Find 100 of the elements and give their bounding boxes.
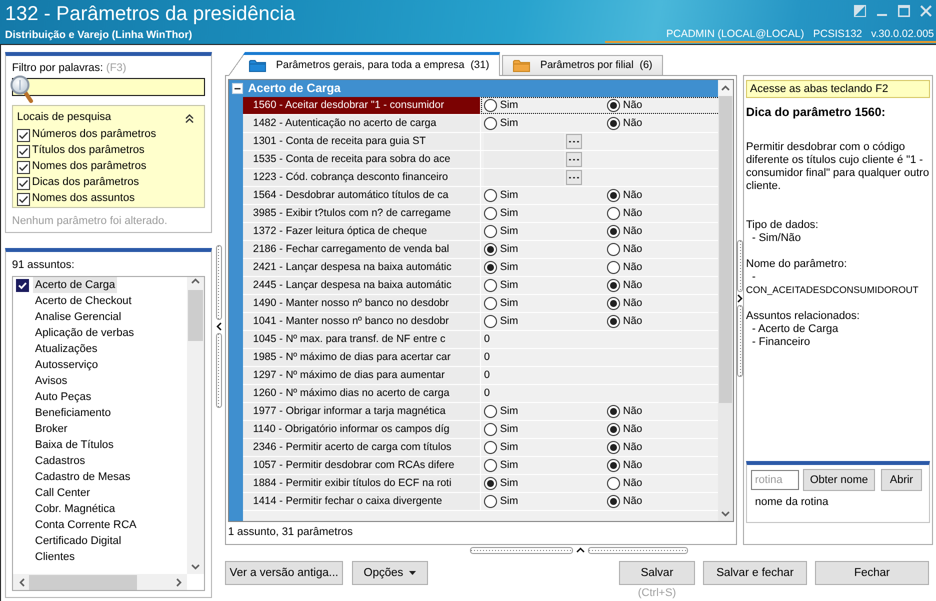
radio-option[interactable]: Sim [484, 441, 607, 454]
radio-option[interactable]: Não [607, 117, 718, 130]
parameter-name[interactable]: 1260 - Nº máximo dias no acerto de carga [243, 385, 481, 402]
checkbox-option[interactable]: Dicas dos parâmetros [17, 175, 200, 191]
radio-option[interactable]: Não [607, 315, 718, 328]
scrollbar-thumb[interactable] [719, 96, 732, 403]
checkbox-option[interactable]: Nomes dos parâmetros [17, 159, 200, 175]
parameter-name[interactable]: 2346 - Permitir acerto de carga com títulos [243, 439, 481, 456]
radio-option[interactable]: Não [607, 225, 718, 238]
radio-option[interactable]: Sim [484, 207, 607, 220]
list-item[interactable]: Call Center [33, 485, 92, 501]
maximize-icon[interactable] [898, 5, 910, 17]
splitter-handle[interactable] [216, 333, 222, 408]
parameter-name[interactable]: 1297 - Nº máximo de dias para aumentar [243, 367, 481, 384]
splitter-handle[interactable] [470, 547, 573, 554]
search-field[interactable] [12, 78, 205, 96]
parameter-name[interactable]: 2445 - Lançar despesa na baixa automátic [243, 277, 481, 294]
parameter-name[interactable]: 1884 - Permitir exibir títulos do ECF na roti [243, 475, 481, 492]
parameter-name[interactable]: 1301 - Conta de receita para guia ST [243, 133, 481, 150]
parameter-name[interactable]: 1414 - Permitir fechar o caixa divergente [243, 493, 481, 510]
radio-option[interactable]: Sim [484, 279, 607, 292]
list-item[interactable]: Autosserviço [33, 357, 100, 373]
checkbox-option[interactable]: Títulos dos parâmetros [17, 143, 200, 159]
list-item[interactable]: Cobr. Magnética [33, 501, 118, 517]
radio-option[interactable]: Sim [484, 459, 607, 472]
scrollbar[interactable] [13, 574, 187, 590]
radio-option[interactable]: Não [607, 297, 718, 310]
chevron-right-icon[interactable] [737, 294, 743, 303]
list-item[interactable]: Aplicação de verbas [33, 325, 136, 341]
parameter-name[interactable]: 1482 - Autenticação no acerto de carga [243, 115, 481, 132]
list-item[interactable]: Beneficiamento [33, 405, 113, 421]
radio-option[interactable]: Não [607, 189, 718, 202]
parameter-name[interactable]: 2421 - Lançar despesa na baixa automátic [243, 259, 481, 276]
parameter-name[interactable]: 1560 - Aceitar desdobrar "1 - consumidor [243, 97, 481, 114]
radio-option[interactable]: Sim [484, 225, 607, 238]
list-item[interactable]: Acerto de Checkout [33, 293, 134, 309]
radio-option[interactable]: Não [607, 405, 718, 418]
chevron-up-icon[interactable] [576, 547, 585, 553]
splitter-handle[interactable] [737, 305, 743, 377]
list-item[interactable]: Acerto de Carga [33, 277, 118, 293]
parameter-name[interactable]: 1535 - Conta de receita para sobra do ace [243, 151, 481, 168]
parameter-name[interactable]: 2186 - Fechar carregamento de venda bal [243, 241, 481, 258]
tab[interactable]: Parâmetros gerais, para toda a empresa (31) [228, 52, 500, 76]
list-item[interactable]: Clientes [33, 549, 77, 565]
old-version-button[interactable]: Ver a versão antiga... [225, 561, 343, 585]
list-item[interactable]: Atualizações [33, 341, 100, 357]
routine-field[interactable]: rotina [751, 470, 799, 490]
radio-option[interactable]: Sim [484, 405, 607, 418]
parameter-name[interactable]: 1140 - Obrigatório informar os campos díg [243, 421, 481, 438]
browse-button[interactable] [566, 134, 582, 149]
list-item[interactable]: Baixa de Títulos [33, 437, 116, 453]
list-item[interactable]: Analise Gerencial [33, 309, 124, 325]
radio-option[interactable]: Sim [484, 423, 607, 436]
contrast-icon[interactable] [854, 5, 866, 17]
list-item[interactable]: Conta Corrente RCA [33, 517, 138, 533]
list-item[interactable]: Broker [33, 421, 70, 437]
browse-button[interactable] [566, 152, 582, 167]
parameter-name[interactable]: 1490 - Manter nosso nº banco no desdobr [243, 295, 481, 312]
chevron-down-icon[interactable] [721, 508, 730, 518]
parameter-name[interactable]: 1977 - Obrigar informar a tarja magnética [243, 403, 481, 420]
scrollbar[interactable] [187, 277, 204, 574]
checkbox-option[interactable]: Números dos parâmetros [17, 127, 200, 143]
splitter-handle[interactable] [216, 245, 222, 320]
radio-option[interactable]: Não [607, 459, 718, 472]
radio-option[interactable]: Sim [484, 477, 607, 490]
scrollbar-thumb[interactable] [29, 574, 137, 590]
parameter-name[interactable]: 1223 - Cód. cobrança desconto financeiro [243, 169, 481, 186]
save-button[interactable]: Salvar [619, 561, 695, 585]
list-item[interactable]: Cadastro de Mesas [33, 469, 132, 485]
radio-option[interactable]: Não [607, 477, 718, 490]
close-button[interactable]: Fechar [815, 561, 929, 585]
radio-option[interactable]: Não [607, 495, 718, 508]
radio-option[interactable]: Sim [484, 243, 607, 256]
radio-option[interactable]: Sim [484, 261, 607, 274]
splitter-handle[interactable] [588, 547, 688, 554]
options-button[interactable]: Opções [352, 561, 428, 585]
minus-box-icon[interactable] [232, 83, 243, 94]
radio-option[interactable]: Não [607, 441, 718, 454]
parameter-name[interactable]: 3985 - Exibir t?tulos com n? de carregame [243, 205, 481, 222]
browse-button[interactable] [566, 170, 582, 185]
scrollbar[interactable] [718, 80, 733, 521]
chevron-down-icon[interactable] [191, 562, 200, 571]
parameter-name[interactable]: 1041 - Manter nosso nº banco no desdobr [243, 313, 481, 330]
radio-option[interactable]: Sim [484, 99, 607, 112]
close-icon[interactable] [920, 5, 932, 17]
checkbox-option[interactable]: Nomes dos assuntos [17, 191, 200, 207]
parameter-name[interactable]: 1372 - Fazer leitura óptica de cheque [243, 223, 481, 240]
radio-option[interactable]: Sim [484, 297, 607, 310]
save-and-close-button[interactable]: Salvar e fechar [703, 561, 807, 585]
radio-option[interactable]: Sim [484, 189, 607, 202]
parameter-name[interactable]: 1564 - Desdobrar automático títulos de ca [243, 187, 481, 204]
radio-option[interactable]: Não [607, 423, 718, 436]
scrollbar-thumb[interactable] [188, 290, 203, 341]
radio-option[interactable]: Não [607, 243, 718, 256]
radio-option[interactable]: Sim [484, 315, 607, 328]
double-chevron-up-icon[interactable] [185, 114, 194, 122]
parameter-name[interactable]: 1985 - Nº máximo de dias para acertar car [243, 349, 481, 366]
list-item[interactable]: Certificado Digital [33, 533, 124, 549]
radio-option[interactable]: Sim [484, 117, 607, 130]
get-name-button[interactable]: Obter nome [803, 469, 875, 491]
